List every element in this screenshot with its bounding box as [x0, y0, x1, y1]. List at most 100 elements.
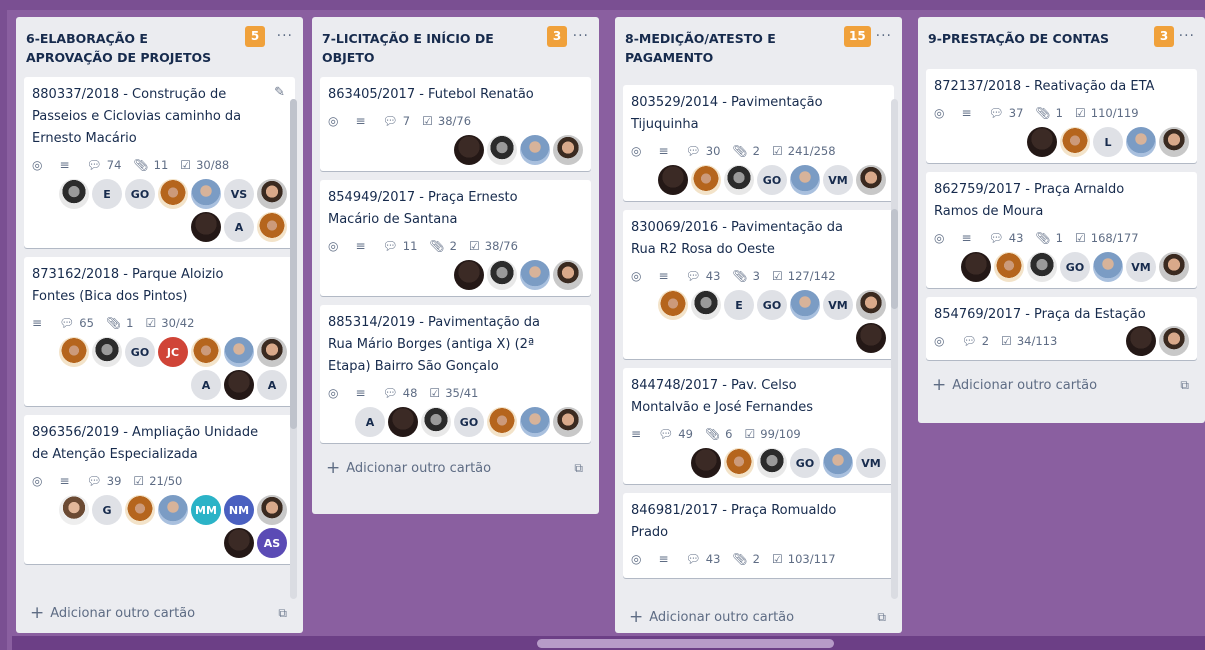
avatar[interactable]: [1060, 127, 1090, 157]
list-title[interactable]: 7-LICITAÇÃO E INÍCIO DE OBJETO: [322, 29, 534, 67]
avatar[interactable]: [92, 337, 122, 367]
avatar[interactable]: L: [1093, 127, 1123, 157]
card[interactable]: 844748/2017 - Pav. Celso Montalvão e Jos…: [623, 368, 894, 484]
avatar[interactable]: VM: [1126, 252, 1156, 282]
avatar[interactable]: [191, 212, 221, 242]
card[interactable]: 873162/2018 - Parque Aloizio Fontes (Bic…: [24, 257, 295, 406]
list-scrollbar-thumb[interactable]: [891, 209, 898, 309]
avatar[interactable]: [724, 165, 754, 195]
card[interactable]: 872137/2018 - Reativação da ETA ◎ ≡ 💬︎ 37…: [926, 69, 1197, 163]
avatar[interactable]: [158, 495, 188, 525]
avatar[interactable]: [191, 179, 221, 209]
add-card-button[interactable]: + Adicionar outro cartão ⧉: [312, 452, 599, 485]
list-scrollbar[interactable]: [891, 99, 898, 599]
add-card-button[interactable]: + Adicionar outro cartão ⧉: [615, 601, 902, 633]
card[interactable]: 862759/2017 - Praça Arnaldo Ramos de Mou…: [926, 172, 1197, 288]
avatar[interactable]: [257, 179, 287, 209]
avatar[interactable]: [257, 495, 287, 525]
avatar[interactable]: [658, 165, 688, 195]
avatar[interactable]: [691, 290, 721, 320]
list-menu-icon[interactable]: ···: [876, 28, 892, 44]
avatar[interactable]: [125, 495, 155, 525]
list-header[interactable]: 6-ELABORAÇÃO E APROVAÇÃO DE PROJETOS 5 ·…: [16, 17, 303, 77]
list-header[interactable]: 7-LICITAÇÃO E INÍCIO DE OBJETO 3 ···: [312, 17, 599, 77]
list-menu-icon[interactable]: ···: [573, 28, 589, 44]
avatar[interactable]: E: [92, 179, 122, 209]
avatar[interactable]: [421, 407, 451, 437]
avatar[interactable]: [520, 407, 550, 437]
avatar[interactable]: GO: [454, 407, 484, 437]
card[interactable]: 846981/2017 - Praça Romualdo Prado ◎ ≡ 💬…: [623, 493, 894, 578]
list-menu-icon[interactable]: ···: [1179, 28, 1195, 44]
card-template-icon[interactable]: ⧉: [1180, 378, 1189, 393]
avatar[interactable]: [59, 179, 89, 209]
avatar[interactable]: A: [257, 370, 287, 400]
avatar[interactable]: [1159, 252, 1189, 282]
card-template-icon[interactable]: ⧉: [574, 461, 583, 476]
avatar[interactable]: [790, 165, 820, 195]
avatar[interactable]: [823, 448, 853, 478]
card[interactable]: 880337/2018 - Construção de Passeios e C…: [24, 77, 295, 248]
avatar[interactable]: [487, 135, 517, 165]
avatar[interactable]: [1159, 127, 1189, 157]
avatar[interactable]: [224, 528, 254, 558]
list-header[interactable]: 8-MEDIÇÃO/ATESTO E PAGAMENTO 15 ···: [615, 17, 902, 77]
card-template-icon[interactable]: ⧉: [278, 606, 287, 621]
avatar[interactable]: [856, 290, 886, 320]
avatar[interactable]: [1093, 252, 1123, 282]
card[interactable]: 854949/2017 - Praça Ernesto Macário de S…: [320, 180, 591, 296]
avatar[interactable]: [1027, 252, 1057, 282]
avatar[interactable]: [553, 260, 583, 290]
list-scrollbar[interactable]: [290, 99, 297, 599]
avatar[interactable]: [553, 135, 583, 165]
avatar[interactable]: [191, 337, 221, 367]
avatar[interactable]: [454, 135, 484, 165]
avatar[interactable]: [454, 260, 484, 290]
avatar[interactable]: [1159, 326, 1189, 356]
avatar[interactable]: [257, 337, 287, 367]
avatar[interactable]: GO: [125, 337, 155, 367]
avatar[interactable]: E: [724, 290, 754, 320]
avatar[interactable]: AS: [257, 528, 287, 558]
avatar[interactable]: [520, 260, 550, 290]
avatar[interactable]: G: [92, 495, 122, 525]
list-menu-icon[interactable]: ···: [277, 28, 293, 44]
card-template-icon[interactable]: ⧉: [877, 610, 886, 625]
avatar[interactable]: [487, 407, 517, 437]
avatar[interactable]: A: [191, 370, 221, 400]
list-header[interactable]: 9-PRESTAÇÃO DE CONTAS 3 ···: [918, 17, 1205, 69]
avatar[interactable]: A: [355, 407, 385, 437]
avatar[interactable]: GO: [790, 448, 820, 478]
card[interactable]: 863405/2017 - Futebol Renatão ◎ ≡ 💬︎ 7 ☑ 3…: [320, 77, 591, 171]
card[interactable]: 885314/2019 - Pavimentação da Rua Mário …: [320, 305, 591, 443]
avatar[interactable]: GO: [757, 165, 787, 195]
avatar[interactable]: [856, 323, 886, 353]
avatar[interactable]: [257, 212, 287, 242]
avatar[interactable]: [224, 337, 254, 367]
avatar[interactable]: [1126, 326, 1156, 356]
pencil-icon[interactable]: ✎: [274, 85, 285, 100]
avatar[interactable]: [520, 135, 550, 165]
avatar[interactable]: [658, 290, 688, 320]
avatar[interactable]: [487, 260, 517, 290]
avatar[interactable]: VS: [224, 179, 254, 209]
list-title[interactable]: 8-MEDIÇÃO/ATESTO E PAGAMENTO: [625, 29, 837, 67]
avatar[interactable]: GO: [757, 290, 787, 320]
list-title[interactable]: 6-ELABORAÇÃO E APROVAÇÃO DE PROJETOS: [26, 29, 238, 67]
avatar[interactable]: JC: [158, 337, 188, 367]
avatar[interactable]: [724, 448, 754, 478]
avatar[interactable]: [553, 407, 583, 437]
avatar[interactable]: [1126, 127, 1156, 157]
avatar[interactable]: [691, 448, 721, 478]
card[interactable]: 830069/2016 - Pavimentação da Rua R2 Ros…: [623, 210, 894, 359]
avatar[interactable]: VM: [823, 290, 853, 320]
avatar[interactable]: [158, 179, 188, 209]
list-scrollbar-thumb[interactable]: [290, 99, 297, 429]
avatar[interactable]: [790, 290, 820, 320]
list-title[interactable]: 9-PRESTAÇÃO DE CONTAS: [928, 29, 1140, 48]
avatar[interactable]: [994, 252, 1024, 282]
avatar[interactable]: [961, 252, 991, 282]
add-card-button[interactable]: + Adicionar outro cartão ⧉: [16, 597, 303, 630]
avatar[interactable]: [1027, 127, 1057, 157]
avatar[interactable]: [224, 370, 254, 400]
